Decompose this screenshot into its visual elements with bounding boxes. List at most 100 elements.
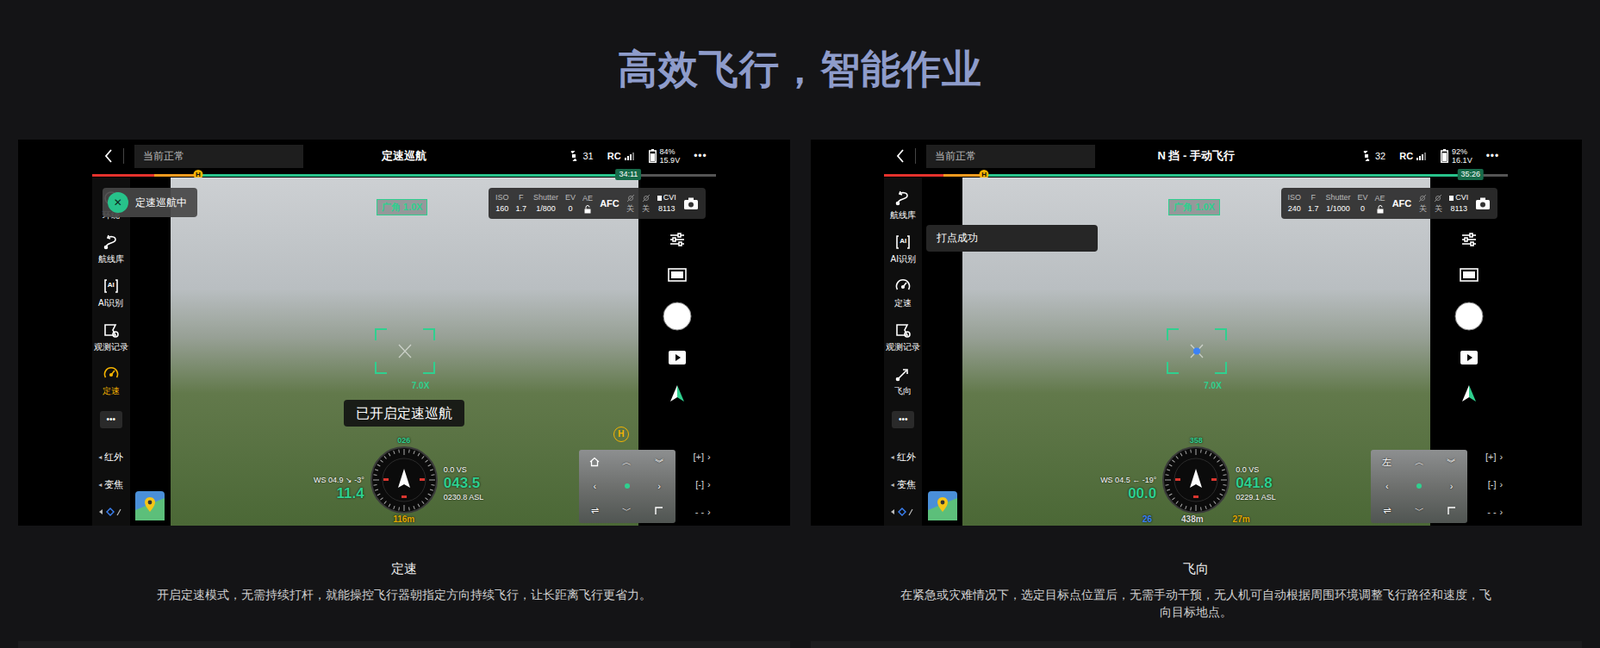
top-bar: 当前正常 定速巡航 31 RC 84%15.9V •••	[92, 139, 716, 173]
mini-view[interactable]: ︿ ︾ ‹ › ⇌ ﹀	[578, 449, 676, 523]
sidebar-item[interactable]: 定速	[894, 277, 912, 322]
home-point-marker: H	[613, 426, 629, 443]
north-arrow-icon[interactable]	[668, 384, 686, 404]
wind-speed: WS 04.9 ↘ -3°	[313, 474, 365, 486]
zoom-button[interactable]: - -›	[1485, 498, 1503, 526]
app-screenshot: 当前正常 N 挡 - 手动飞行 32 RC 92%16.1V ••• H 35:…	[884, 139, 1508, 526]
home-icon	[589, 456, 600, 467]
altitude-asl: 0229.1 ASL	[1235, 491, 1277, 503]
record-icon	[894, 321, 912, 339]
zoom-button[interactable]: [+]›	[693, 442, 711, 471]
rc-signal: RC	[607, 150, 636, 162]
aspect-ratio-icon[interactable]	[667, 267, 687, 283]
back-icon[interactable]	[896, 149, 905, 163]
flight-mode: 定速巡航	[371, 148, 437, 164]
camera-parameters[interactable]: ISO240F1.7Shutter1/1000EV0 AE AFC 关 关 CV…	[1281, 187, 1499, 219]
more-button[interactable]: •••	[1486, 149, 1501, 162]
shutter-button-icon[interactable]	[1454, 301, 1484, 331]
sidebar-item[interactable]: 航线库	[890, 189, 916, 234]
horizontal-speed: 00.0	[1127, 485, 1157, 503]
zoom-button[interactable]: [-]›	[1485, 470, 1503, 499]
status-field: 当前正常	[134, 144, 304, 169]
back-icon[interactable]	[104, 149, 113, 163]
feature-panel: 当前正常 定速巡航 31 RC 84%15.9V ••• H 34:11 环绕 …	[18, 139, 791, 526]
mini-view[interactable]: 左 ︿ ︾ ‹ › ⇌ ﹀	[1370, 449, 1468, 523]
camera-feed[interactable]: 广角 1.0X 7.0X 已开启定速巡航 H WS 04.9 ↘ -3° 11.…	[170, 177, 639, 526]
playback-icon[interactable]	[667, 349, 687, 366]
feature-panel: 当前正常 N 挡 - 手动飞行 32 RC 92%16.1V ••• H 35:…	[810, 139, 1583, 526]
feature-panels: 当前正常 定速巡航 31 RC 84%15.9V ••• H 34:11 环绕 …	[0, 139, 1600, 526]
speed-icon	[894, 277, 912, 295]
signal-bars-icon	[1416, 151, 1427, 161]
camera-icon[interactable]	[1475, 196, 1491, 211]
page: 高效飞行，智能作业 当前正常 定速巡航 31 RC 84%15.9V ••• H…	[0, 0, 1600, 648]
camera-switch[interactable]: 关	[1433, 193, 1443, 214]
camera-switch[interactable]: 关	[626, 193, 636, 214]
sidebar-more-button[interactable]: •••	[891, 410, 915, 429]
sidebar-item[interactable]: AI AI识别	[890, 233, 916, 278]
zoom-level: 7.0X	[411, 380, 430, 391]
route-icon	[894, 189, 912, 207]
focus-mode[interactable]: AFC	[599, 198, 620, 209]
zoom-button[interactable]: [+]›	[1485, 442, 1503, 471]
map-icon[interactable]	[135, 491, 165, 521]
expand-icon	[1447, 506, 1457, 516]
satellite-icon	[568, 150, 579, 162]
settings-sliders-icon[interactable]	[1460, 230, 1478, 249]
ae-lock-icon[interactable]	[584, 205, 592, 214]
submenu-toggle[interactable]: ◂变焦	[98, 470, 124, 499]
feature-caption: 飞向 在紧急或灾难情况下，选定目标点位置后，无需手动干预，无人机可自动根据周围环…	[810, 525, 1583, 642]
battery-icon	[1440, 149, 1449, 163]
feature-caption: 定速 开启定速模式，无需持续打杆，就能操控飞行器朝指定方向持续飞行，让长距离飞行…	[18, 525, 791, 642]
aspect-ratio-icon[interactable]	[1459, 267, 1479, 283]
north-arrow-icon[interactable]	[1460, 384, 1478, 404]
tool-toggle[interactable]	[890, 498, 916, 526]
goto-icon	[894, 365, 912, 383]
settings-sliders-icon[interactable]	[668, 230, 686, 249]
camera-parameters[interactable]: ISO160F1.7Shutter1/800EV0 AE AFC 关 关 CVI…	[488, 187, 706, 219]
map-icon[interactable]	[927, 491, 958, 521]
sidebar-item[interactable]: 观测记录	[885, 321, 921, 366]
playback-icon[interactable]	[1459, 349, 1479, 366]
switch-icon	[1433, 193, 1443, 203]
camera-switch[interactable]: 关	[641, 193, 651, 214]
divider	[915, 148, 916, 164]
speed-icon	[102, 365, 120, 383]
zoom-button[interactable]: [-]›	[693, 470, 711, 499]
route-icon	[102, 233, 120, 251]
more-button[interactable]: •••	[693, 149, 708, 162]
distance-mark: 27m	[1232, 514, 1251, 525]
camera-switch[interactable]: 关	[1418, 193, 1427, 214]
sidebar-item[interactable]: AI AI识别	[98, 277, 124, 322]
lens-indicator[interactable]: 广角 1.0X	[1168, 199, 1221, 216]
remaining-time: 34:11	[615, 168, 642, 181]
sidebar-item[interactable]: 飞向	[894, 365, 912, 410]
heading: 358	[1189, 435, 1203, 446]
close-button[interactable]: ✕	[107, 192, 129, 213]
submenu-toggle[interactable]: ◂红外	[98, 442, 124, 471]
feature-panel	[18, 641, 791, 648]
submenu-toggle[interactable]: ◂红外	[890, 442, 916, 471]
compass-icon	[369, 445, 439, 515]
horizontal-speed: 11.4	[336, 485, 365, 503]
focus-mode[interactable]: AFC	[1392, 198, 1413, 209]
battery: 92%16.1V	[1440, 147, 1473, 165]
altitude: 043.5	[443, 474, 481, 492]
camera-icon[interactable]	[683, 196, 699, 211]
reticle-icon	[1166, 328, 1227, 374]
sidebar: 航线库 AI AI识别 定速 观测记录 飞向 ••• ◂红外◂变焦	[884, 177, 922, 526]
zoom-button[interactable]: - -›	[693, 498, 711, 526]
sidebar-more-button[interactable]: •••	[99, 410, 123, 429]
ae-lock-icon[interactable]	[1376, 205, 1384, 214]
sidebar-item[interactable]: 定速	[102, 365, 120, 410]
record-icon	[102, 321, 120, 339]
tool-toggle[interactable]	[98, 498, 125, 526]
lens-indicator[interactable]: 广角 1.0X	[376, 199, 429, 216]
sidebar-item[interactable]: 观测记录	[93, 321, 129, 366]
status-toast: 打点成功	[926, 224, 1098, 252]
sidebar-item[interactable]: 航线库	[98, 233, 125, 278]
submenu-toggle[interactable]: ◂变焦	[890, 470, 916, 499]
heading: 026	[397, 435, 411, 446]
shutter-button-icon[interactable]	[662, 301, 692, 331]
switch-icon	[626, 193, 636, 203]
